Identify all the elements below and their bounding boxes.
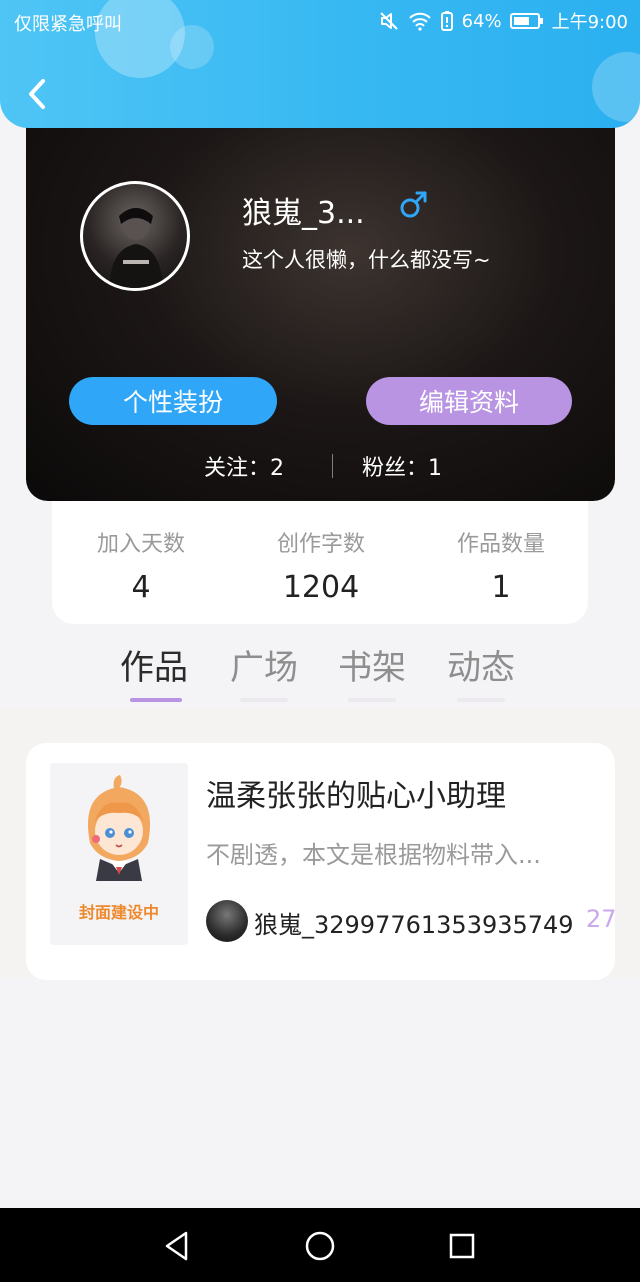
battery-percent: 64%	[461, 10, 502, 32]
profile-page: 仅限紧急呼叫 64% 上午9:00 狼嵬_3... 这个人很懒，什么都没写~ 个…	[0, 0, 640, 1282]
carrier-text: 仅限紧急呼叫	[14, 14, 122, 35]
wifi-icon	[408, 11, 432, 31]
tab-square[interactable]: 广场	[230, 640, 298, 689]
tab-underline	[240, 698, 288, 702]
work-card[interactable]: 封面建设中 温柔张张的贴心小助理 不剧透，本文是根据物料带入... 狼嵬_329…	[26, 743, 615, 980]
triangle-back-icon	[165, 1231, 188, 1261]
nav-back-button[interactable]	[159, 1228, 195, 1264]
edit-profile-button[interactable]: 编辑资料	[366, 377, 572, 425]
tab-bookshelf[interactable]: 书架	[338, 640, 406, 689]
follow-stats: 关注：2 粉丝：1	[26, 450, 615, 482]
avatar[interactable]	[80, 181, 190, 291]
username: 狼嵬_3...	[242, 196, 365, 231]
tab-underline	[348, 698, 396, 702]
stats-card: 加入天数 4 创作字数 1204 作品数量 1	[52, 500, 588, 624]
male-gender-icon	[400, 191, 427, 218]
tab-activity[interactable]: 动态	[447, 640, 515, 689]
mute-icon	[378, 10, 400, 32]
chevron-left-icon	[29, 79, 45, 109]
anime-mascot-icon	[87, 775, 151, 881]
user-bio: 这个人很懒，什么都没写~	[242, 248, 491, 272]
tab-underline	[457, 698, 505, 702]
battery-alert-icon	[440, 10, 454, 32]
work-cover: 封面建设中	[50, 763, 188, 945]
status-icons: 64% 上午9:00	[378, 8, 628, 34]
decor-bubble	[170, 25, 214, 69]
work-count: 2776	[586, 905, 615, 933]
nav-home-button[interactable]	[302, 1228, 338, 1264]
header-bar: 仅限紧急呼叫 64% 上午9:00	[0, 0, 640, 128]
tab-bar: 作品 广场 书架 动态	[0, 640, 640, 710]
cover-label: 封面建设中	[78, 903, 159, 922]
stat-works-count: 作品数量 1	[411, 526, 591, 605]
following-count[interactable]: 关注：2	[204, 450, 284, 482]
author-name: 狼嵬_32997761353935749	[254, 911, 574, 939]
active-tab-indicator	[130, 698, 182, 702]
stat-word-count: 创作字数 1204	[231, 526, 411, 605]
stat-join-days: 加入天数 4	[51, 526, 231, 605]
stat-value: 1204	[282, 570, 360, 605]
fans-count[interactable]: 粉丝：1	[362, 450, 442, 482]
author-avatar	[206, 900, 248, 942]
stat-label: 作品数量	[456, 532, 545, 557]
work-title: 温柔张张的贴心小助理	[206, 779, 506, 814]
stat-label: 创作字数	[276, 532, 365, 557]
nav-recent-button[interactable]	[444, 1228, 480, 1264]
square-recent-icon	[449, 1233, 475, 1259]
battery-icon	[509, 12, 544, 30]
work-description: 不剧透，本文是根据物料带入...	[206, 841, 541, 869]
personalize-button[interactable]: 个性装扮	[69, 377, 277, 425]
stat-value: 1	[491, 570, 511, 605]
circle-home-icon	[305, 1231, 335, 1261]
profile-card: 狼嵬_3... 这个人很懒，什么都没写~ 个性装扮 编辑资料 关注：2 粉丝：1	[26, 98, 615, 501]
decor-bubble	[592, 52, 640, 122]
divider	[332, 454, 333, 478]
back-button[interactable]	[22, 76, 52, 112]
stat-label: 加入天数	[96, 532, 185, 557]
tab-works[interactable]: 作品	[120, 640, 188, 689]
avatar-person-icon	[109, 208, 163, 288]
system-nav-bar	[0, 1208, 640, 1282]
clock-time: 上午9:00	[551, 12, 628, 33]
stat-value: 4	[131, 570, 151, 605]
